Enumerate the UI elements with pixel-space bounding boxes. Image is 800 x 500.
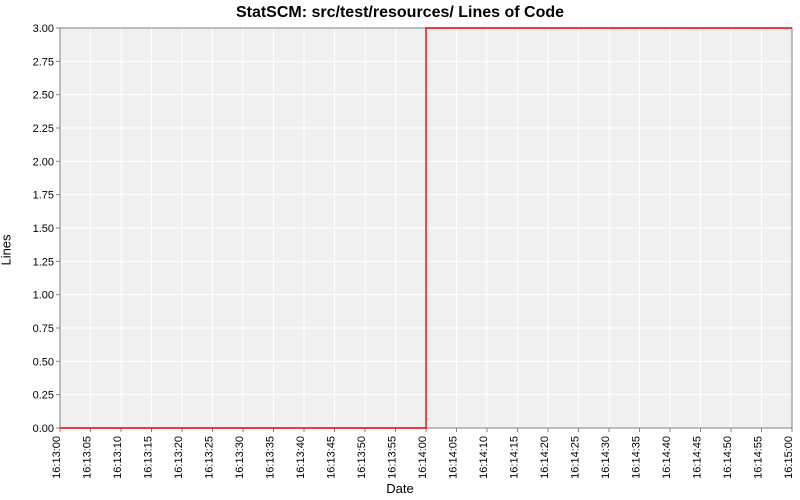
y-tick-label: 1.75: [33, 190, 54, 202]
x-tick-label: 16:14:05: [448, 436, 460, 479]
x-tick-label: 16:14:10: [478, 436, 490, 479]
x-tick-label: 16:13:10: [112, 436, 124, 479]
x-tick-label: 16:13:40: [295, 436, 307, 479]
y-tick-label: 2.75: [33, 56, 54, 68]
x-tick-label: 16:14:50: [722, 436, 734, 479]
x-tick-label: 16:14:15: [509, 436, 521, 479]
y-tick-label: 0.75: [33, 323, 54, 335]
y-tick-label: 0.00: [33, 423, 54, 435]
x-tick-label: 16:14:45: [692, 436, 704, 479]
x-tick-label: 16:13:55: [387, 436, 399, 479]
x-tick-label: 16:14:40: [661, 436, 673, 479]
x-tick-label: 16:15:00: [783, 436, 795, 479]
y-tick-label: 1.50: [33, 223, 54, 235]
x-tick-label: 16:13:00: [51, 436, 63, 479]
x-tick-label: 16:13:30: [234, 436, 246, 479]
x-tick-label: 16:13:05: [82, 436, 94, 479]
x-tick-label: 16:13:45: [326, 436, 338, 479]
y-tick-label: 0.50: [33, 356, 54, 368]
y-tick-label: 3.00: [33, 23, 54, 35]
x-tick-label: 16:13:25: [204, 436, 216, 479]
chart-svg: 0.00 0.25 0.50 0.75 1.00 1.25 1.50 1.75 2.00 2.25…: [0, 0, 800, 500]
x-tick-label: 16:14:20: [539, 436, 551, 479]
x-tick-label: 16:14:35: [631, 436, 643, 479]
y-tick-label: 2.25: [33, 123, 54, 135]
y-tick-label: 1.00: [33, 290, 54, 302]
x-tick-label: 16:14:30: [600, 436, 612, 479]
x-tick-label: 16:13:35: [265, 436, 277, 479]
x-tick-label: 16:14:55: [753, 436, 765, 479]
y-tick-label: 1.25: [33, 256, 54, 268]
x-tick-label: 16:13:50: [356, 436, 368, 479]
x-tick-label: 16:14:00: [417, 436, 429, 479]
x-tick-label: 16:14:25: [570, 436, 582, 479]
chart-container: StatSCM: src/test/resources/ Lines of Co…: [0, 0, 800, 500]
y-tick-label: 0.25: [33, 390, 54, 402]
x-tick-label: 16:13:15: [143, 436, 155, 479]
y-tick-label: 2.50: [33, 90, 54, 102]
x-tick-label: 16:13:20: [173, 436, 185, 479]
y-tick-label: 2.00: [33, 156, 54, 168]
